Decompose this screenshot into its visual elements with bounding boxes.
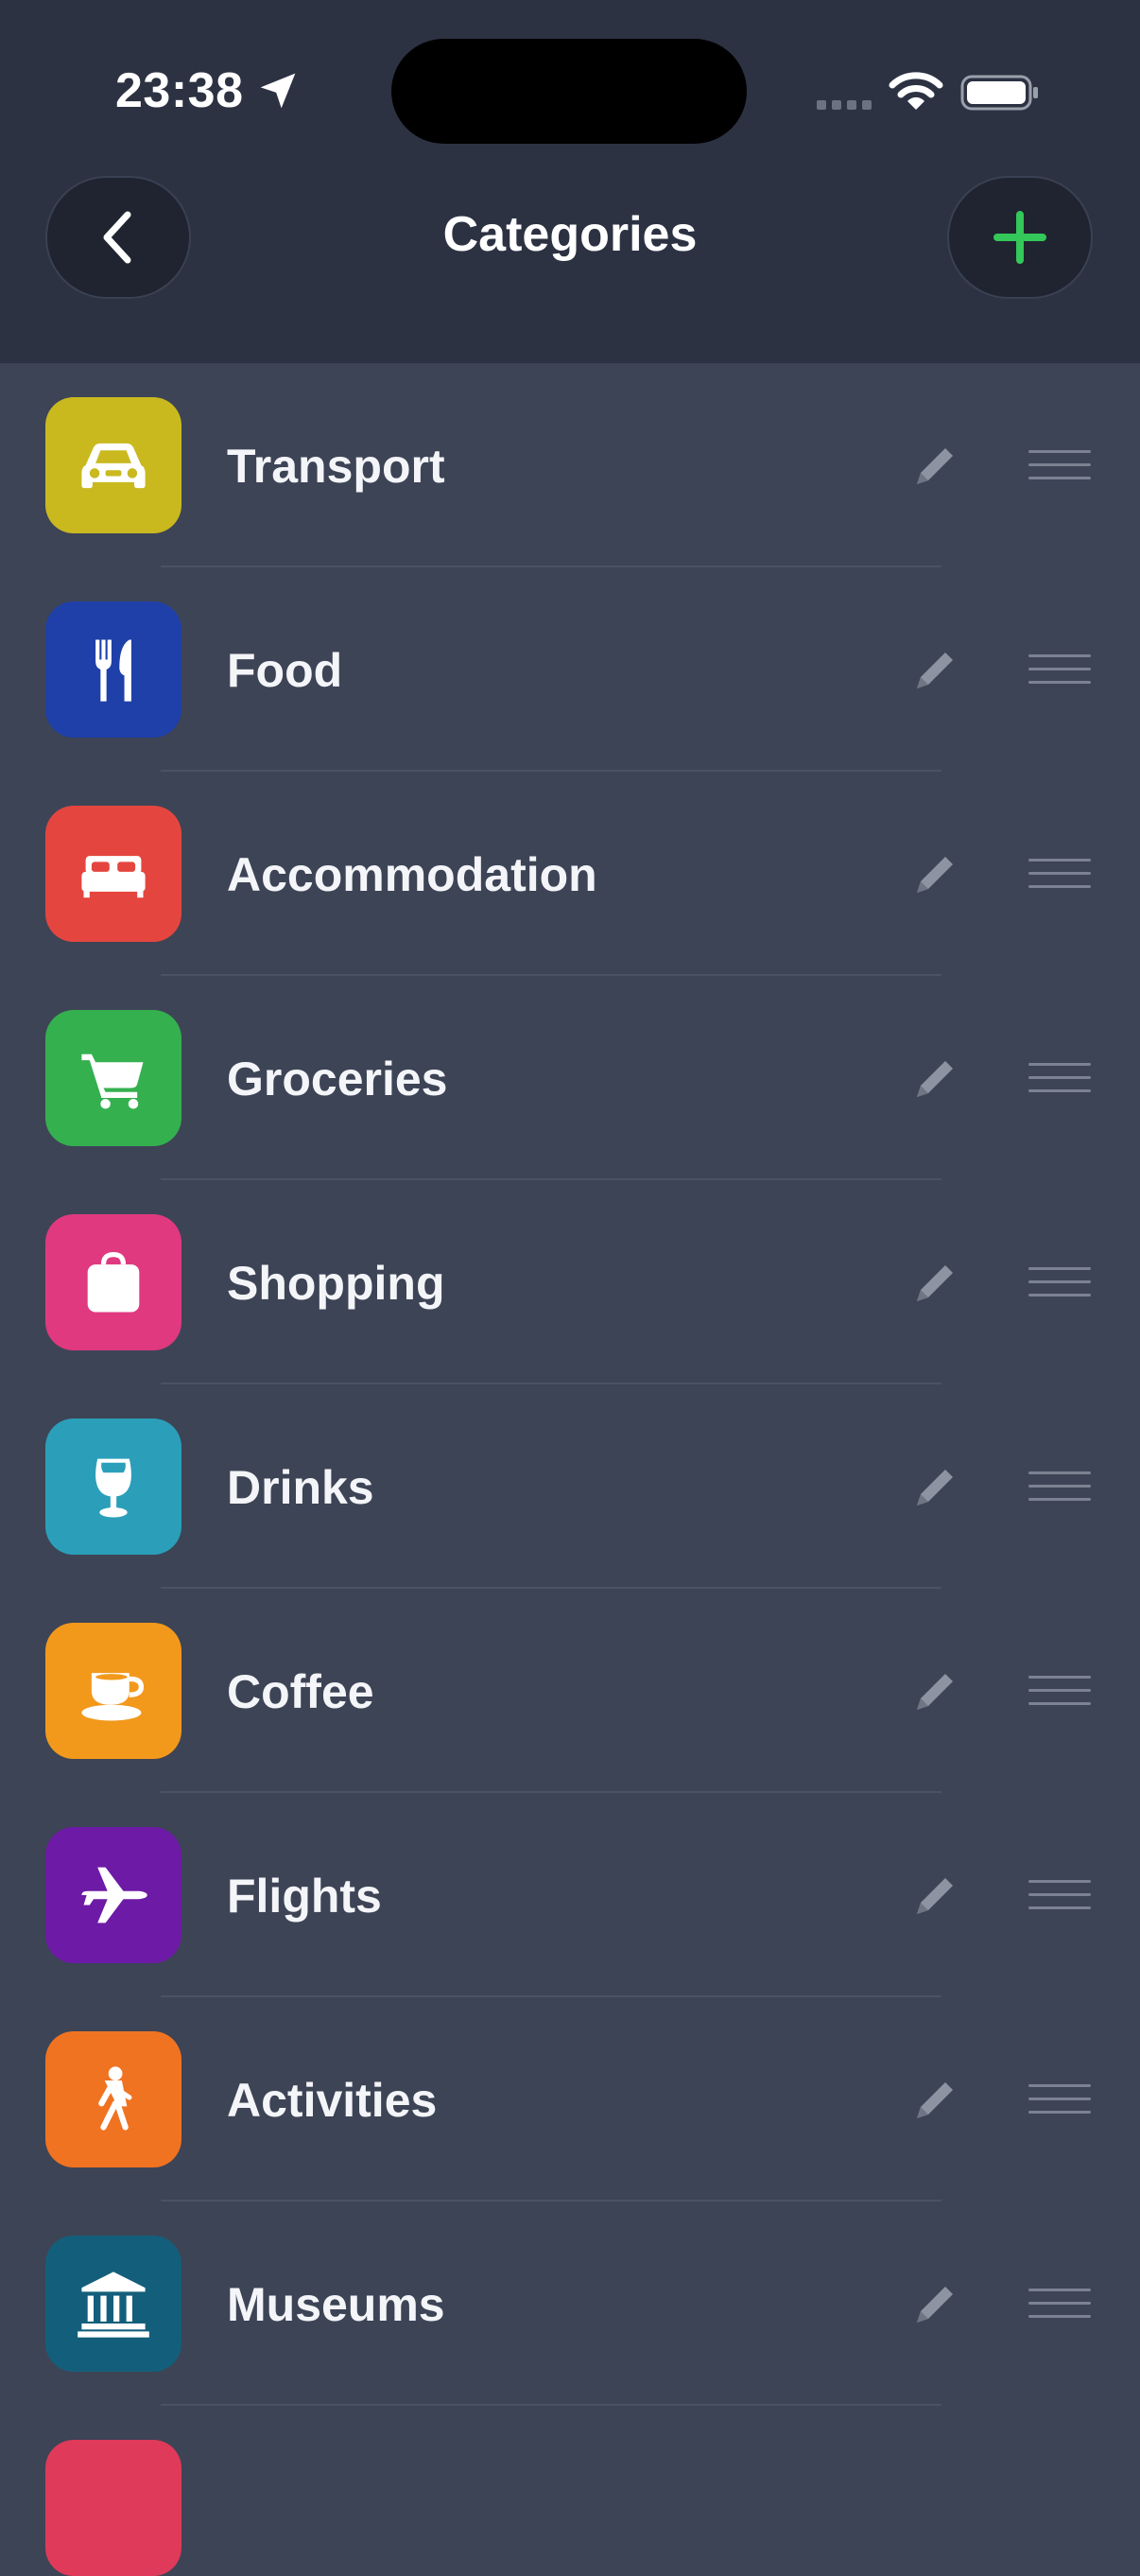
pencil-icon[interactable] xyxy=(909,851,959,900)
category-label: Accommodation xyxy=(227,848,597,901)
bag-icon xyxy=(45,1214,181,1350)
pencil-icon[interactable] xyxy=(909,1872,959,1922)
drag-handle-icon[interactable] xyxy=(1028,1674,1091,1708)
museum-icon xyxy=(45,2236,181,2372)
walking-person-icon xyxy=(45,2031,181,2167)
pencil-icon[interactable] xyxy=(909,1055,959,1105)
pencil-icon[interactable] xyxy=(909,443,959,492)
bed-icon xyxy=(45,806,181,942)
cart-icon xyxy=(45,1010,181,1146)
pencil-icon[interactable] xyxy=(909,1464,959,1513)
category-label: Shopping xyxy=(227,1257,445,1310)
navigation-header: 23:38 Categories xyxy=(0,0,1140,363)
plus-icon xyxy=(993,211,1046,264)
drag-handle-icon[interactable] xyxy=(1028,1878,1091,1912)
category-label: Activities xyxy=(227,2074,438,2127)
drag-handle-icon[interactable] xyxy=(1028,1470,1091,1504)
category-row[interactable]: Museums xyxy=(0,2202,1140,2406)
category-row[interactable]: Flights xyxy=(0,1793,1140,1997)
category-label: Flights xyxy=(227,1870,382,1923)
category-label: Transport xyxy=(227,440,445,493)
category-row[interactable]: Shopping xyxy=(0,1180,1140,1384)
category-row[interactable]: Transport xyxy=(0,363,1140,567)
category-row[interactable]: Food xyxy=(0,567,1140,772)
airplane-icon xyxy=(45,1827,181,1963)
category-label: Drinks xyxy=(227,1461,374,1514)
category-row[interactable]: Groceries xyxy=(0,976,1140,1180)
category-row[interactable]: Accommodation xyxy=(0,772,1140,976)
fork-knife-icon xyxy=(45,601,181,738)
category-list: Transport Food Accommodation Groceries Shopp… xyxy=(0,363,1140,2406)
pencil-icon[interactable] xyxy=(909,647,959,696)
category-row[interactable]: Activities xyxy=(0,1997,1140,2202)
status-time: 23:38 xyxy=(115,63,244,118)
category-row[interactable]: Drinks xyxy=(0,1384,1140,1589)
drag-handle-icon[interactable] xyxy=(1028,2287,1091,2321)
category-label: Museums xyxy=(227,2278,445,2331)
wifi-icon xyxy=(889,72,943,110)
drag-handle-icon[interactable] xyxy=(1028,1265,1091,1299)
drag-handle-icon[interactable] xyxy=(1028,653,1091,687)
drag-handle-icon[interactable] xyxy=(1028,1061,1091,1095)
drag-handle-icon[interactable] xyxy=(1028,2082,1091,2116)
add-category-button[interactable] xyxy=(947,176,1093,299)
category-row[interactable]: Coffee xyxy=(0,1589,1140,1793)
category-label: Groceries xyxy=(227,1053,448,1105)
row-divider xyxy=(161,2404,941,2406)
drag-handle-icon[interactable] xyxy=(1028,448,1091,482)
wine-glass-icon xyxy=(45,1419,181,1555)
drag-handle-icon[interactable] xyxy=(1028,857,1091,891)
battery-icon xyxy=(960,75,1038,111)
dynamic-island xyxy=(391,39,747,144)
car-icon xyxy=(45,397,181,533)
category-label: Coffee xyxy=(227,1665,374,1718)
pencil-icon[interactable] xyxy=(909,1260,959,1309)
pencil-icon[interactable] xyxy=(909,2077,959,2126)
signal-icon xyxy=(817,100,872,110)
pencil-icon[interactable] xyxy=(909,1668,959,1717)
pencil-icon[interactable] xyxy=(909,2281,959,2330)
category-icon-partial xyxy=(45,2440,181,2576)
coffee-cup-icon xyxy=(45,1623,181,1759)
location-arrow-icon xyxy=(260,73,296,109)
category-label: Food xyxy=(227,644,343,697)
